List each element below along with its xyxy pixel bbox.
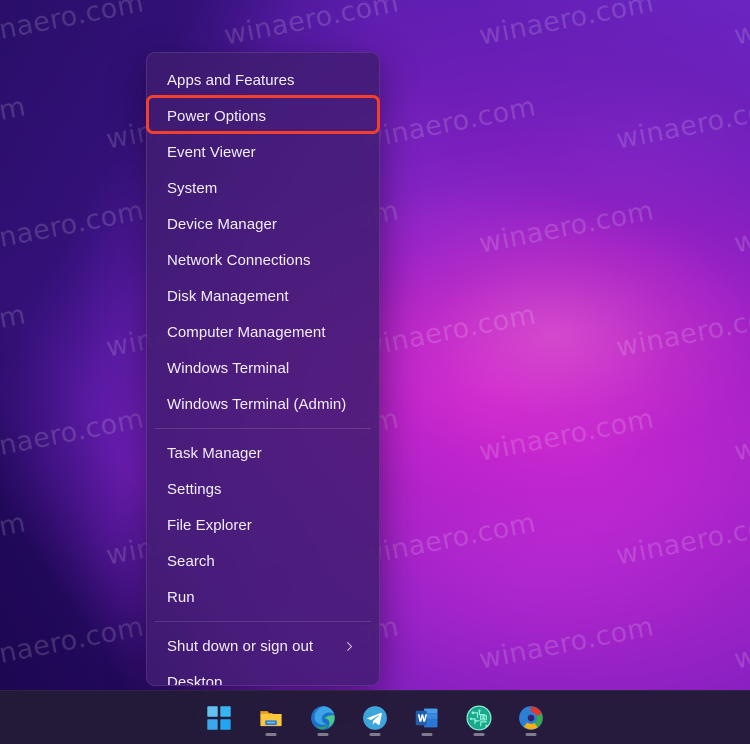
taskbar-button-firefox[interactable] xyxy=(514,699,548,737)
taskbar-running-indicator xyxy=(317,732,329,736)
menu-item-shut-down-or-sign-out[interactable]: Shut down or sign out xyxy=(147,628,379,664)
menu-item-device-manager[interactable]: Device Manager xyxy=(147,206,379,242)
taskbar-running-indicator xyxy=(369,732,381,736)
taskbar-button-file-explorer[interactable] xyxy=(254,699,288,737)
menu-item-apps-and-features[interactable]: Apps and Features xyxy=(147,62,379,98)
menu-item-settings[interactable]: Settings xyxy=(147,471,379,507)
menu-item-event-viewer[interactable]: Event Viewer xyxy=(147,134,379,170)
menu-item-windows-terminal[interactable]: Windows Terminal xyxy=(147,350,379,386)
taskbar-running-indicator xyxy=(265,732,277,736)
taskbar-button-circuit-board[interactable] xyxy=(462,699,496,737)
menu-item-task-manager[interactable]: Task Manager xyxy=(147,435,379,471)
menu-item-label: Desktop xyxy=(167,673,223,686)
menu-item-label: Apps and Features xyxy=(167,71,295,89)
menu-item-file-explorer[interactable]: File Explorer xyxy=(147,507,379,543)
menu-separator xyxy=(155,621,371,622)
firefox-icon xyxy=(518,705,544,731)
taskbar-running-indicator xyxy=(421,732,433,736)
menu-separator xyxy=(155,428,371,429)
taskbar-running-indicator xyxy=(473,732,485,736)
menu-item-label: File Explorer xyxy=(167,516,252,534)
taskbar-button-telegram[interactable] xyxy=(358,699,392,737)
menu-item-run[interactable]: Run xyxy=(147,579,379,615)
menu-item-label: Computer Management xyxy=(167,323,326,341)
taskbar-icon-strip xyxy=(202,699,548,737)
menu-group: Task Manager Settings File Explorer Search R… xyxy=(147,435,379,615)
microsoft-edge-icon xyxy=(310,705,336,731)
menu-item-power-options[interactable]: Power Options xyxy=(147,98,379,134)
file-explorer-icon xyxy=(258,705,284,731)
menu-item-network-connections[interactable]: Network Connections xyxy=(147,242,379,278)
menu-item-disk-management[interactable]: Disk Management xyxy=(147,278,379,314)
menu-item-computer-management[interactable]: Computer Management xyxy=(147,314,379,350)
taskbar-button-microsoft-edge[interactable] xyxy=(306,699,340,737)
menu-item-windows-terminal-admin[interactable]: Windows Terminal (Admin) xyxy=(147,386,379,422)
start-icon xyxy=(206,705,232,731)
menu-item-label: Run xyxy=(167,588,195,606)
menu-item-label: Device Manager xyxy=(167,215,277,233)
desktop[interactable]: winaero.comwinaero.comwinaero.comwinaero… xyxy=(0,0,750,744)
winx-context-menu[interactable]: Apps and Features Power Options Event View… xyxy=(146,52,380,686)
taskbar-button-microsoft-word[interactable] xyxy=(410,699,444,737)
menu-item-search[interactable]: Search xyxy=(147,543,379,579)
menu-item-label: Power Options xyxy=(167,107,267,125)
menu-group: Apps and Features Power Options Event View… xyxy=(147,62,379,422)
microsoft-word-icon xyxy=(414,705,440,731)
circuit-board-icon xyxy=(466,704,492,731)
menu-item-label: Shut down or sign out xyxy=(167,637,314,655)
chevron-right-icon xyxy=(344,641,355,652)
menu-item-label: Windows Terminal (Admin) xyxy=(167,395,347,413)
menu-item-label: Windows Terminal xyxy=(167,359,290,377)
menu-item-label: Task Manager xyxy=(167,444,262,462)
taskbar-running-indicator xyxy=(525,732,537,736)
menu-item-label: Settings xyxy=(167,480,222,498)
menu-item-label: Search xyxy=(167,552,215,570)
menu-item-label: Network Connections xyxy=(167,251,311,269)
taskbar[interactable] xyxy=(0,690,750,744)
menu-group: Shut down or sign out Desktop xyxy=(147,628,379,686)
menu-item-system[interactable]: System xyxy=(147,170,379,206)
menu-item-label: Event Viewer xyxy=(167,143,256,161)
menu-item-desktop[interactable]: Desktop xyxy=(147,664,379,686)
menu-item-label: Disk Management xyxy=(167,287,289,305)
telegram-icon xyxy=(362,705,388,731)
menu-item-label: System xyxy=(167,179,218,197)
taskbar-button-start[interactable] xyxy=(202,699,236,737)
